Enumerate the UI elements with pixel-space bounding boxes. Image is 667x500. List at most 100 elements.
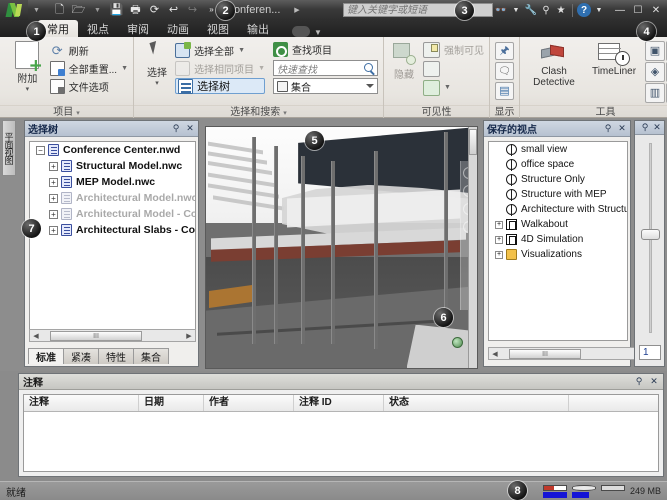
list-item[interactable]: Structure with MEP (489, 187, 627, 202)
select-all-button[interactable]: 选择全部 ▼ (175, 42, 265, 59)
ribbon-tabs-caret-icon[interactable]: ▼ (314, 28, 322, 37)
append-caret-icon[interactable]: ▾ (26, 85, 30, 93)
expand-icon[interactable]: + (495, 251, 503, 259)
scrollbar-thumb[interactable] (469, 129, 477, 155)
render-tab-icon[interactable] (292, 26, 310, 37)
expand-icon[interactable]: + (49, 178, 58, 187)
viewport-scrollbar[interactable] (468, 127, 477, 368)
quick-properties-icon[interactable] (495, 62, 514, 80)
scripter-icon[interactable] (645, 62, 665, 82)
expand-icon[interactable]: + (49, 210, 58, 219)
saved-viewpoints-horizontal-scrollbar[interactable]: ◀ III ▶ (488, 347, 655, 360)
open-caret-icon[interactable]: ▼ (89, 2, 106, 19)
expand-icon[interactable]: + (495, 236, 503, 244)
app-menu-caret-icon[interactable]: ▼ (28, 2, 45, 19)
unhide-all-button[interactable]: ▼ (423, 79, 484, 96)
column-header-comment-id[interactable]: 注释 ID (294, 395, 384, 411)
scroll-left-icon[interactable]: ◀ (489, 350, 501, 358)
binoculars-icon[interactable]: 👓 (494, 3, 508, 17)
auto-hide-pin-icon[interactable]: ⚲ (634, 376, 644, 387)
column-header-date[interactable]: 日期 (139, 395, 204, 411)
saved-viewpoints-list[interactable]: small view office space Structure Only S… (488, 141, 628, 341)
sets-chevron-down-icon[interactable] (366, 84, 374, 88)
signin-icon[interactable]: ⚲ (539, 3, 553, 17)
tree-node[interactable]: + Architectural Model - Co (30, 206, 195, 222)
close-icon[interactable]: ✕ (652, 122, 662, 133)
expand-icon[interactable]: + (49, 194, 58, 203)
plan-view-tab[interactable]: 平面视图 (2, 120, 16, 176)
scrollbar-thumb[interactable]: III (50, 331, 142, 341)
close-button[interactable]: ✕ (649, 3, 663, 17)
scrollbar-thumb[interactable]: III (509, 349, 581, 359)
level-value-input[interactable]: 1 (639, 345, 661, 360)
refresh-icon[interactable]: ⟳ (146, 2, 163, 19)
tree-node[interactable]: + Structural Model.nwc (30, 158, 195, 174)
tree-node[interactable]: + Architectural Model.nwc (30, 190, 195, 206)
sets-combo[interactable]: 集合 (273, 78, 378, 94)
tab-review[interactable]: 审阅 (118, 20, 158, 37)
expand-icon[interactable]: + (49, 226, 58, 235)
properties-icon[interactable] (495, 82, 514, 100)
tab-view[interactable]: 视图 (198, 20, 238, 37)
expand-icon[interactable]: + (495, 221, 503, 229)
help-caret-icon[interactable]: ▼ (592, 3, 606, 17)
tab-animation[interactable]: 动画 (158, 20, 198, 37)
close-icon[interactable]: ✕ (649, 376, 659, 387)
append-button[interactable]: 附加 ▾ (5, 40, 50, 93)
unhide-all-caret-icon[interactable]: ▼ (444, 84, 451, 91)
selection-tree-toggle[interactable]: 选择树 (175, 78, 265, 94)
star-icon[interactable]: ★ (554, 3, 568, 17)
maximize-button[interactable]: ☐ (631, 3, 645, 17)
auto-hide-pin-icon[interactable]: ⚲ (171, 123, 181, 134)
expand-icon[interactable]: + (49, 162, 58, 171)
scroll-right-icon[interactable]: ▶ (183, 332, 195, 340)
presenter-icon[interactable] (645, 41, 665, 61)
redo-icon[interactable]: ↪ (184, 2, 201, 19)
force-visible-button[interactable]: 强制可见 (423, 41, 484, 58)
select-same-button[interactable]: 选择相同项目 ▼ (175, 60, 265, 77)
close-icon[interactable]: ✕ (185, 123, 195, 134)
hide-button[interactable]: 隐藏 (389, 40, 419, 81)
auto-hide-pin-icon[interactable]: ⚲ (603, 123, 613, 134)
list-item[interactable]: small view (489, 142, 627, 157)
tab-output[interactable]: 输出 (238, 20, 278, 37)
list-item[interactable]: Structure Only (489, 172, 627, 187)
quick-find-input[interactable]: 快速查找 (273, 60, 378, 76)
tree-node[interactable]: + MEP Model.nwc (30, 174, 195, 190)
quick-find-search-icon[interactable] (363, 62, 375, 74)
list-item[interactable]: office space (489, 157, 627, 172)
collapse-icon[interactable]: − (36, 146, 45, 155)
column-header-status[interactable]: 状态 (384, 395, 569, 411)
auto-hide-pin-icon[interactable]: ⚲ (640, 122, 650, 133)
selection-tree-horizontal-scrollbar[interactable]: ◀ III ▶ (29, 329, 196, 342)
timeliner-button[interactable]: TimeLiner (585, 40, 643, 77)
tree-node[interactable]: − Conference Center.nwd (30, 142, 195, 158)
tab-compact[interactable]: 紧凑 (63, 348, 99, 364)
comments-table[interactable]: 注释 日期 作者 注释 ID 状态 (23, 394, 659, 472)
list-item[interactable]: Architecture with Structur (489, 202, 627, 217)
wrench-icon[interactable]: 🔧 (524, 3, 538, 17)
file-options-button[interactable]: 文件选项 (50, 78, 128, 95)
tab-viewpoint[interactable]: 视点 (78, 20, 118, 37)
selection-tree-body[interactable]: − Conference Center.nwd + Structural Mod… (29, 141, 196, 341)
print-icon[interactable]: 🖶 (127, 2, 144, 19)
column-header-author[interactable]: 作者 (204, 395, 294, 411)
viewpoint-marker-icon[interactable] (452, 337, 463, 348)
links-icon[interactable] (495, 42, 514, 60)
tab-properties[interactable]: 特性 (98, 348, 134, 364)
reset-all-button[interactable]: 全部重置... ▼ (50, 60, 128, 77)
minimize-button[interactable]: — (613, 3, 627, 17)
clash-detective-button[interactable]: Clash Detective (525, 40, 583, 88)
help-icon[interactable]: ? (577, 3, 591, 17)
hide-unselected-button[interactable] (423, 60, 484, 77)
reset-all-caret-icon[interactable]: ▼ (121, 65, 128, 72)
select-all-caret-icon[interactable]: ▼ (238, 47, 245, 54)
quantification-icon[interactable] (645, 83, 665, 103)
undo-icon[interactable]: ↩ (165, 2, 182, 19)
refresh-button[interactable]: 刷新 (50, 42, 128, 59)
find-items-button[interactable]: 查找项目 (273, 41, 378, 58)
save-icon[interactable]: 💾 (108, 2, 125, 19)
list-item[interactable]: +Visualizations (489, 247, 627, 262)
binoculars-caret-icon[interactable]: ▼ (509, 3, 523, 17)
column-header-comment[interactable]: 注释 (24, 395, 139, 411)
